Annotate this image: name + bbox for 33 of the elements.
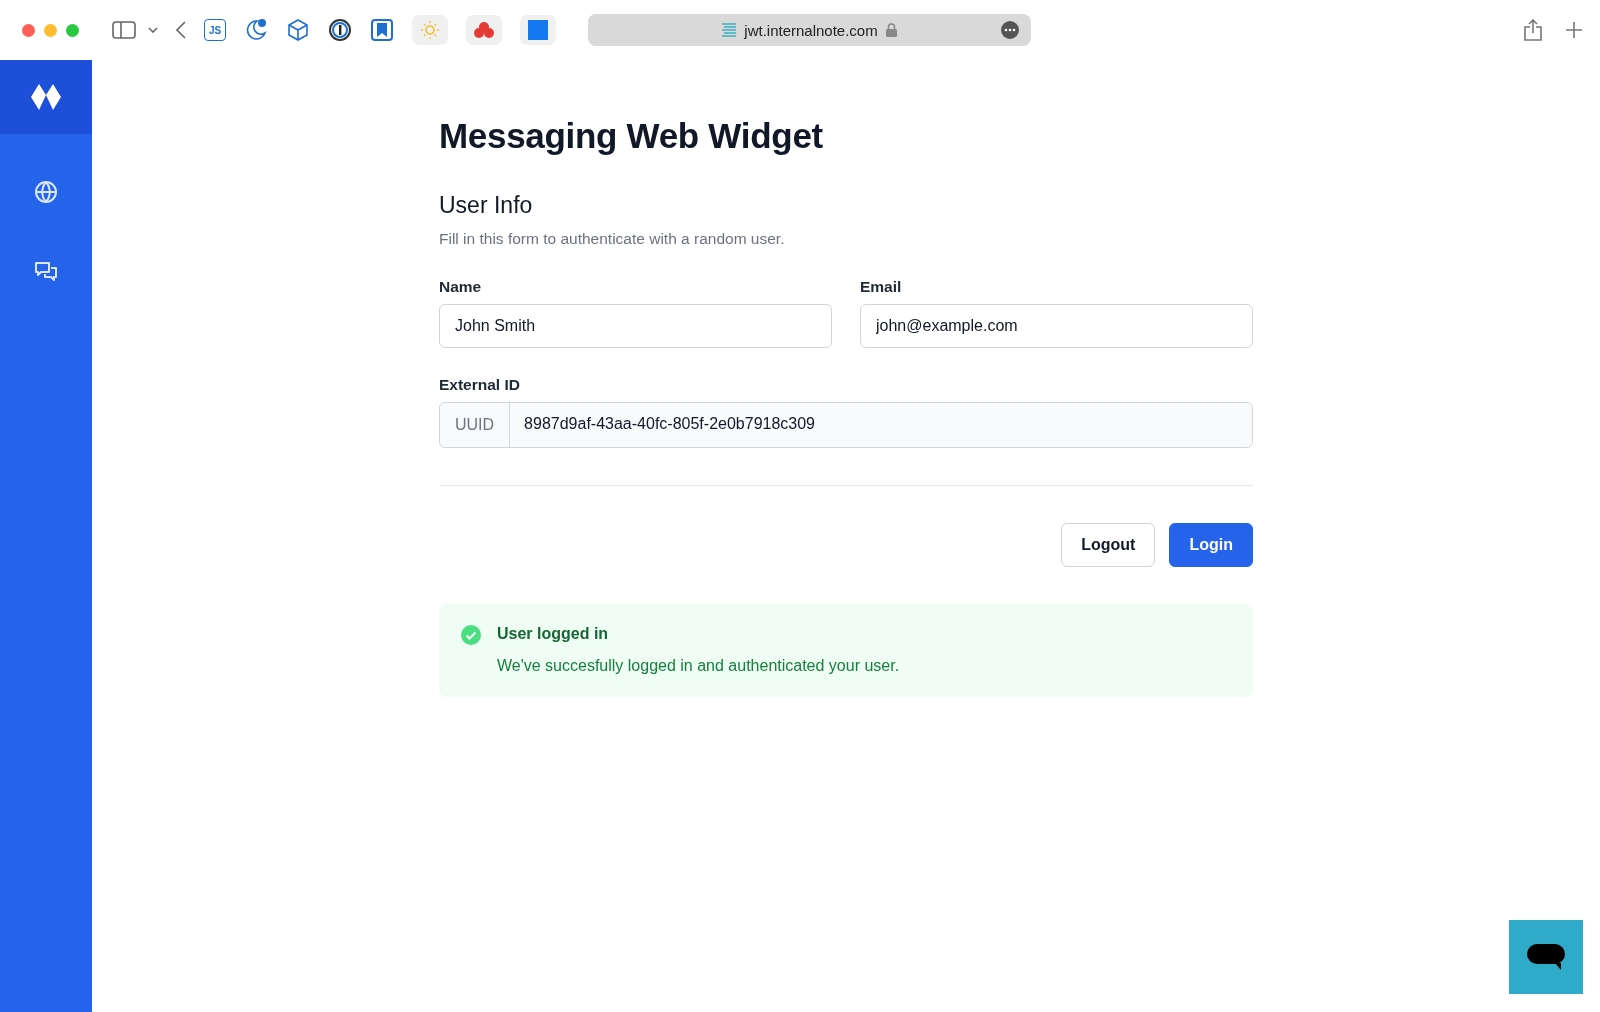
chat-bubbles-icon[interactable] — [34, 260, 58, 284]
alert-message: We've succesfully logged in and authenticated your user. — [497, 657, 900, 675]
share-icon[interactable] — [1524, 19, 1542, 41]
back-icon[interactable] — [176, 21, 186, 39]
logo-icon[interactable] — [30, 82, 62, 112]
square-extension-icon[interactable] — [520, 15, 556, 45]
chat-launcher-button[interactable] — [1509, 920, 1583, 994]
page-title: Messaging Web Widget — [439, 116, 824, 156]
text-field[interactable]: John Smith — [439, 304, 832, 348]
more-icon[interactable] — [1001, 21, 1019, 39]
lock-icon — [885, 23, 897, 37]
field-label: Email — [860, 278, 903, 296]
external-id-field[interactable]: UUID 8987d9af-43aa-40fc-805f-2e0b7918c309 — [439, 402, 1253, 448]
field-label: Name — [439, 278, 483, 296]
globe-icon[interactable] — [34, 180, 58, 204]
section-title: User Info — [439, 192, 534, 219]
form-description: Fill in this form to authenticate with a random user. — [439, 230, 786, 248]
sidebar-toggle-icon[interactable] — [112, 21, 136, 39]
text-field[interactable]: john@example.com — [860, 304, 1253, 348]
new-tab-icon[interactable] — [1566, 22, 1582, 38]
js-extension-icon[interactable]: JS — [204, 19, 226, 41]
chevron-down-icon[interactable] — [148, 27, 158, 33]
alert-title: User logged in — [497, 625, 610, 643]
close-window-button[interactable] — [22, 23, 35, 37]
logout-button[interactable]: Logout — [1061, 523, 1156, 567]
check-circle-icon — [461, 625, 481, 645]
address-bar[interactable]: jwt.internalnote.com — [588, 14, 1031, 46]
speech-bubble-icon — [1527, 942, 1565, 972]
login-button[interactable]: Login — [1169, 523, 1253, 567]
moon-extension-icon[interactable] — [244, 18, 268, 42]
bookmark-extension-icon[interactable] — [370, 18, 394, 42]
cube-extension-icon[interactable] — [286, 18, 310, 42]
field-label: External ID — [439, 376, 521, 394]
